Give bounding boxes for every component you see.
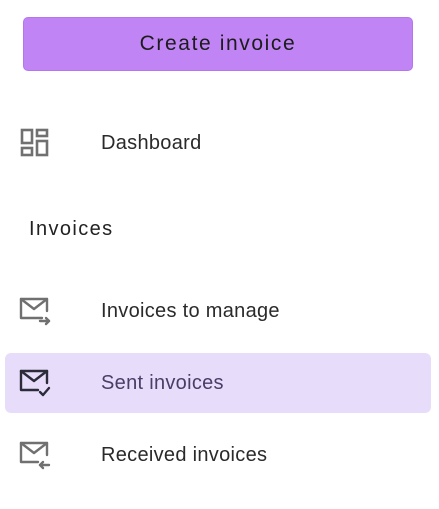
sidebar: Create invoice Dashboard Invoices Invoic… — [0, 0, 439, 509]
sidebar-item-received-invoices[interactable]: Received invoices — [5, 425, 431, 485]
mail-forward-icon — [18, 294, 52, 328]
create-invoice-button[interactable]: Create invoice — [23, 17, 413, 71]
sidebar-item-label: Sent invoices — [101, 371, 224, 394]
sidebar-item-sent-invoices[interactable]: Sent invoices — [5, 353, 431, 413]
section-heading-invoices: Invoices — [29, 218, 114, 240]
sidebar-item-label: Invoices to manage — [101, 299, 280, 322]
sidebar-item-invoices-to-manage[interactable]: Invoices to manage — [5, 281, 431, 341]
sidebar-item-label: Dashboard — [101, 131, 202, 154]
mail-check-icon — [18, 366, 52, 400]
dashboard-icon — [18, 126, 52, 160]
sidebar-item-dashboard[interactable]: Dashboard — [5, 113, 431, 173]
mail-receive-icon — [18, 438, 52, 472]
sidebar-item-label: Received invoices — [101, 443, 268, 466]
